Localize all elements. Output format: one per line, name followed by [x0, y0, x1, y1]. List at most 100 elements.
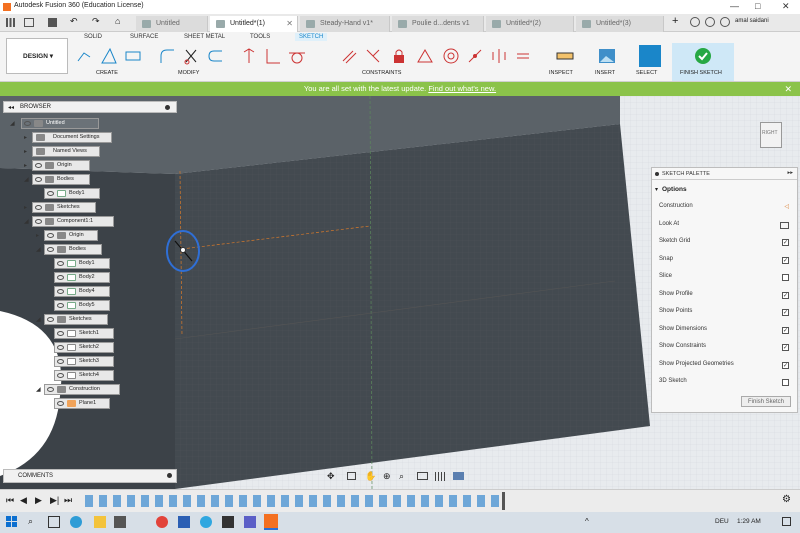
visibility-icon[interactable]: [24, 121, 31, 126]
tree-node-sketch1[interactable]: Sketch1: [54, 328, 114, 339]
visibility-icon[interactable]: [57, 359, 64, 364]
tree-node-sketch2[interactable]: Sketch2: [54, 342, 114, 353]
browser-panel-header[interactable]: ◂◂ BROWSER: [3, 101, 177, 113]
step-forward-icon[interactable]: ▶|: [50, 495, 59, 506]
tree-node-component-sketches[interactable]: Sketches: [44, 314, 108, 325]
comments-panel[interactable]: COMMENTS: [3, 469, 177, 483]
tree-node-root[interactable]: Untitled: [21, 118, 99, 129]
parallel-icon[interactable]: [340, 47, 358, 65]
tree-node-construction[interactable]: Construction: [44, 384, 120, 395]
constraints-menu[interactable]: CONSTRAINTS: [362, 70, 401, 76]
visibility-icon[interactable]: [57, 289, 64, 294]
view-cube[interactable]: RIGHT: [748, 116, 788, 156]
palette-row-look-at[interactable]: Look At: [659, 221, 789, 233]
display-settings-icon[interactable]: [417, 472, 428, 480]
close-button[interactable]: ✕: [782, 1, 790, 12]
app-icon[interactable]: [222, 516, 234, 528]
timeline-settings-icon[interactable]: ⚙: [782, 494, 791, 505]
tangent-icon[interactable]: [288, 47, 306, 65]
palette-row-show-constraints[interactable]: Show Constraints ✓: [659, 343, 789, 355]
tab-untitled-2[interactable]: Untitled*(2): [486, 16, 574, 32]
visibility-icon[interactable]: [57, 345, 64, 350]
fix-icon[interactable]: [390, 47, 408, 65]
finish-sketch-icon[interactable]: [694, 47, 712, 65]
palette-row-sketch-grid[interactable]: Sketch Grid ✓: [659, 238, 789, 250]
coincident-icon[interactable]: [240, 47, 258, 65]
expand-icon[interactable]: ◢: [10, 120, 15, 127]
equal-icon[interactable]: [514, 47, 532, 65]
workspace-switcher[interactable]: DESIGN ▾: [6, 38, 68, 74]
tree-node-named-views[interactable]: Named Views: [32, 146, 100, 157]
tree-node-document-settings[interactable]: Document Settings: [32, 132, 112, 143]
visibility-icon[interactable]: [35, 219, 42, 224]
task-view-icon[interactable]: [48, 516, 60, 528]
file-explorer-icon[interactable]: [94, 516, 106, 528]
insert-image-icon[interactable]: [598, 47, 616, 65]
zoom-icon[interactable]: ⊕: [383, 471, 391, 482]
palette-row-3d-sketch[interactable]: 3D Sketch: [659, 378, 789, 390]
palette-row-show-dimensions[interactable]: Show Dimensions ✓: [659, 326, 789, 338]
tab-untitled-3[interactable]: Untitled*(3): [576, 16, 664, 32]
file-icon[interactable]: [24, 18, 34, 27]
expand-icon[interactable]: ◢: [24, 176, 29, 183]
go-to-end-icon[interactable]: ⏭: [64, 495, 72, 506]
collapse-browser-icon[interactable]: ◂◂: [8, 104, 14, 111]
visibility-icon[interactable]: [57, 401, 64, 406]
expand-icon[interactable]: ▸: [24, 134, 27, 141]
create-menu[interactable]: CREATE: [96, 70, 118, 76]
search-icon[interactable]: ⌕: [28, 516, 40, 528]
visibility-icon[interactable]: [47, 317, 54, 322]
palette-row-show-points[interactable]: Show Points ✓: [659, 308, 789, 320]
collapse-palette-icon[interactable]: ▸▸: [787, 170, 793, 176]
expand-icon[interactable]: ▸: [24, 162, 27, 169]
tree-node-c-body2[interactable]: Body2: [54, 272, 110, 283]
look-at-nav-icon[interactable]: [347, 472, 356, 480]
browser-options-icon[interactable]: [165, 105, 170, 110]
minimize-button[interactable]: —: [730, 1, 739, 11]
app-grid-icon[interactable]: [6, 18, 15, 27]
3d-sketch-checkbox[interactable]: [782, 379, 789, 386]
store-icon[interactable]: [114, 516, 126, 528]
visibility-icon[interactable]: [57, 331, 64, 336]
undo-icon[interactable]: ↶: [70, 16, 78, 27]
save-icon[interactable]: [48, 18, 57, 27]
finish-sketch-button[interactable]: Finish Sketch: [741, 396, 791, 407]
tab-sheet-metal[interactable]: SHEET METAL: [184, 34, 225, 40]
grid-settings-icon[interactable]: [435, 472, 445, 481]
jobs-icon[interactable]: [705, 17, 715, 27]
finish-sketch-panel[interactable]: FINISH SKETCH: [672, 43, 734, 81]
symmetry-icon[interactable]: [490, 47, 508, 65]
orbit-icon[interactable]: ✥: [327, 471, 335, 482]
palette-row-slice[interactable]: Slice: [659, 273, 789, 285]
expand-comments-icon[interactable]: [167, 473, 172, 478]
insert-menu[interactable]: INSERT: [595, 70, 615, 76]
fillet-icon[interactable]: [158, 47, 176, 65]
new-tab-icon[interactable]: +: [672, 15, 678, 27]
home-icon[interactable]: ⌂: [115, 16, 120, 26]
step-back-icon[interactable]: ◀: [20, 495, 27, 506]
look-at-icon[interactable]: [780, 222, 789, 229]
expand-icon[interactable]: ◢: [36, 316, 41, 323]
tab-poulie[interactable]: Poulie d...dents v1: [392, 16, 484, 32]
trim-icon[interactable]: [182, 47, 200, 65]
expand-icon[interactable]: ◢: [36, 386, 41, 393]
close-tab-icon[interactable]: ✕: [286, 19, 293, 28]
word-icon[interactable]: [178, 516, 190, 528]
visibility-icon[interactable]: [35, 177, 42, 182]
tab-untitled[interactable]: Untitled: [136, 16, 208, 32]
tree-node-sketch4[interactable]: Sketch4: [54, 370, 114, 381]
palette-row-construction[interactable]: Construction ◁: [659, 203, 789, 215]
tree-node-sketch3[interactable]: Sketch3: [54, 356, 114, 367]
tree-node-c-body4[interactable]: Body4: [54, 286, 110, 297]
inspect-menu[interactable]: INSPECT: [549, 70, 573, 76]
timeline-features[interactable]: [85, 495, 500, 507]
close-banner-icon[interactable]: ✕: [784, 82, 792, 96]
show-points-checkbox[interactable]: ✓: [782, 309, 789, 316]
play-icon[interactable]: ▶: [35, 495, 42, 506]
show-profile-checkbox[interactable]: ✓: [782, 292, 789, 299]
palette-header[interactable]: SKETCH PALETTE ▸▸: [652, 168, 797, 180]
visibility-icon[interactable]: [35, 205, 42, 210]
line-icon[interactable]: [100, 47, 118, 65]
maximize-button[interactable]: □: [755, 1, 760, 11]
tree-node-sketches[interactable]: Sketches: [32, 202, 96, 213]
